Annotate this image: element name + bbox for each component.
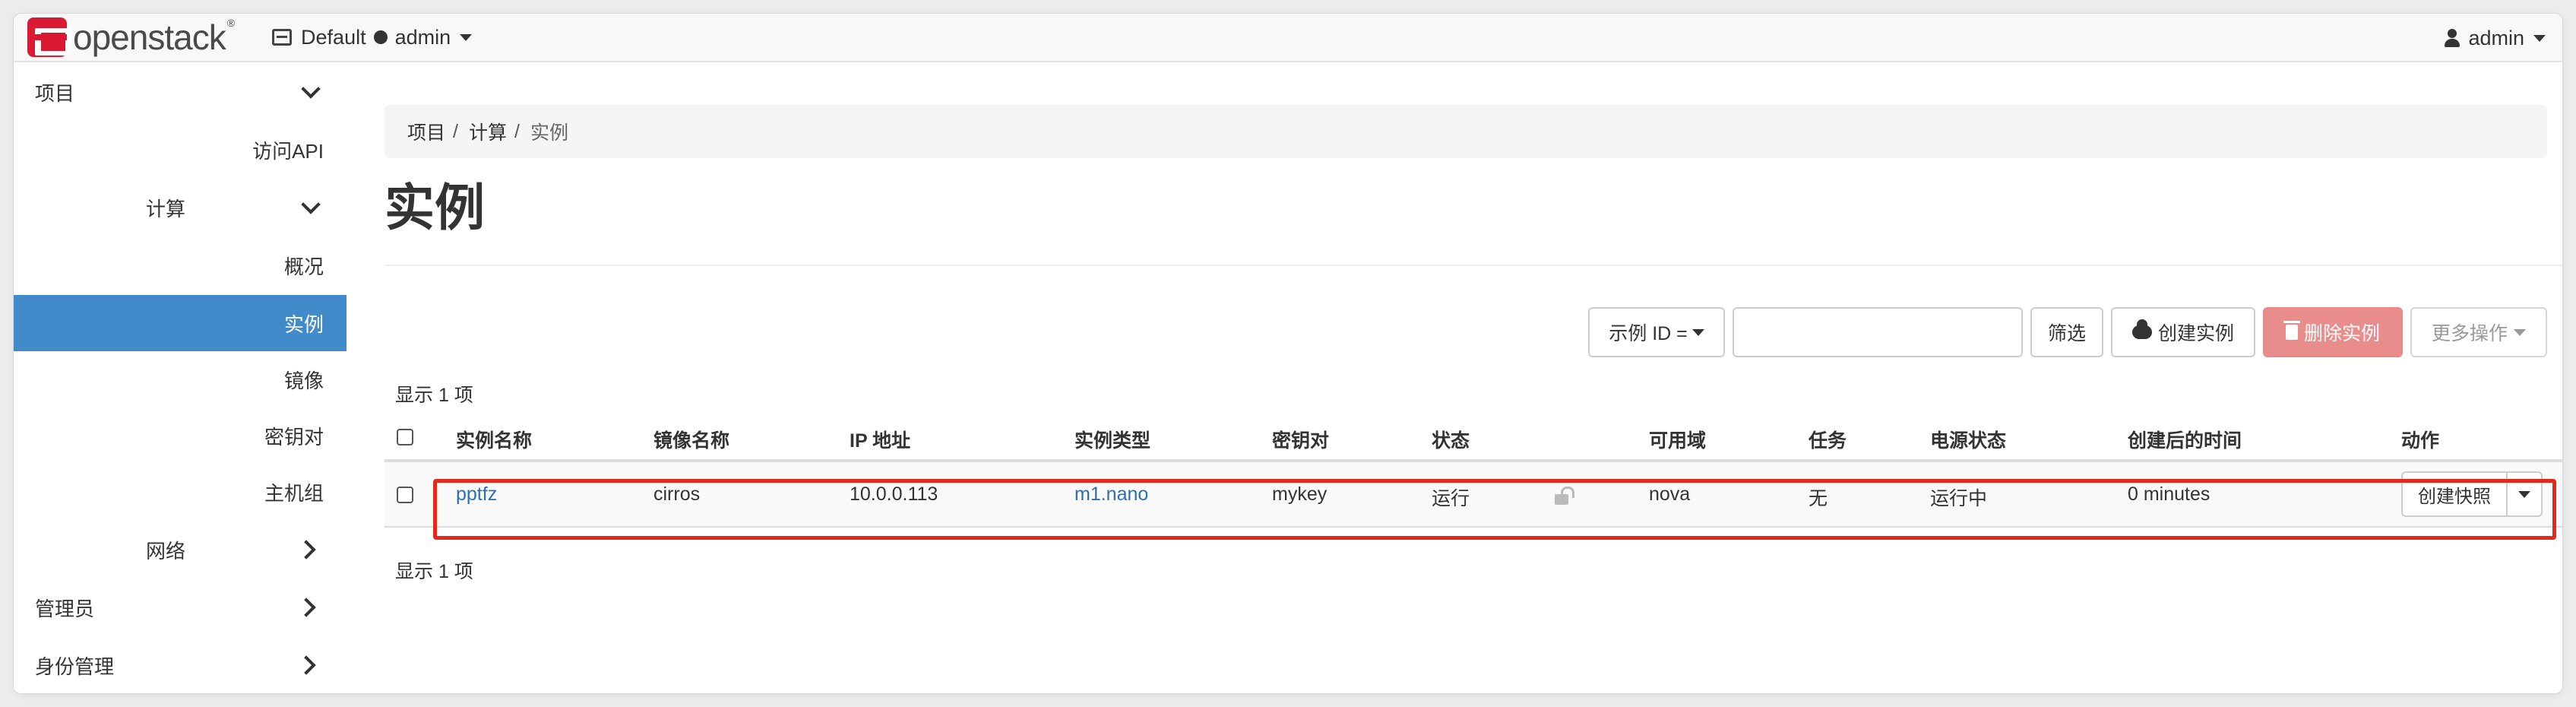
create-snapshot-button[interactable]: 创建快照 xyxy=(2401,471,2508,517)
unlock-icon xyxy=(1555,487,1574,505)
sidebar-item-compute[interactable]: 计算 xyxy=(14,179,347,236)
column-header[interactable]: 创建后的时间 xyxy=(2128,426,2242,453)
chevron-right-icon xyxy=(296,598,316,617)
column-header[interactable]: 电源状态 xyxy=(1930,426,2006,453)
sidebar-item-identity[interactable]: 身份管理 xyxy=(14,637,347,693)
instance-name-link[interactable]: pptfz xyxy=(456,483,497,506)
item-count-top: 显示 1 项 xyxy=(395,385,473,406)
domain-label: Default xyxy=(301,25,366,49)
availability-zone: nova xyxy=(1649,483,1691,505)
sidebar-item-project[interactable]: 项目 xyxy=(14,64,347,120)
row-actions-dropdown[interactable] xyxy=(2506,471,2543,517)
table-header: 实例名称 镜像名称 IP 地址 实例类型 密钥对 状态 可用域 任务 电源状态 … xyxy=(385,414,2562,462)
caret-down-icon xyxy=(460,33,473,41)
column-header[interactable]: 镜像名称 xyxy=(653,426,729,453)
sidebar-item-label: 身份管理 xyxy=(35,655,115,678)
breadcrumb: 项目 / 计算 / 实例 xyxy=(385,105,2547,158)
user-name: admin xyxy=(2468,26,2524,49)
caret-down-icon xyxy=(1691,328,1704,336)
row-checkbox[interactable] xyxy=(397,487,413,503)
cloud-upload-icon xyxy=(2131,319,2152,339)
sidebar-item-instances[interactable]: 实例 xyxy=(14,295,347,351)
flavor-link[interactable]: m1.nano xyxy=(1074,483,1148,506)
user-icon xyxy=(2444,29,2460,47)
filter-input[interactable] xyxy=(1733,307,2023,357)
column-header[interactable]: 可用域 xyxy=(1649,426,1706,453)
trash-icon xyxy=(2283,321,2300,340)
openstack-logo[interactable]: openstack ® xyxy=(27,14,235,62)
sidebar-item-admin[interactable]: 管理员 xyxy=(14,579,347,636)
openstack-logo-icon xyxy=(27,17,71,57)
more-actions-button[interactable]: 更多操作 xyxy=(2410,307,2547,357)
power-state: 运行中 xyxy=(1930,488,1988,509)
divider xyxy=(385,265,2562,266)
main-content: 项目 / 计算 / 实例 实例 示例 ID = 筛选 创建实例 删除实例 更多操作 … xyxy=(369,64,2562,693)
browser-window: openstack ® Default admin admin 项目 访问API … xyxy=(14,14,2562,693)
project-picker[interactable]: Default admin xyxy=(272,25,473,49)
filter-field-select[interactable]: 示例 ID = xyxy=(1588,307,1725,357)
instances-table: 实例名称 镜像名称 IP 地址 实例类型 密钥对 状态 可用域 任务 电源状态 … xyxy=(385,414,2562,528)
sidebar-item-network[interactable]: 网络 xyxy=(14,522,347,578)
column-header[interactable]: IP 地址 xyxy=(850,426,910,453)
column-header[interactable]: 实例名称 xyxy=(456,426,532,453)
task-text: 无 xyxy=(1809,488,1828,509)
sidebar-item-images[interactable]: 镜像 xyxy=(14,351,347,407)
user-menu[interactable]: admin xyxy=(2444,14,2546,62)
sidebar-item-api-access[interactable]: 访问API xyxy=(14,122,347,178)
sidebar-item-label: 计算 xyxy=(146,197,186,220)
keypair-name: mykey xyxy=(1272,483,1328,505)
table-row: pptfz cirros 10.0.0.113 m1.nano mykey 运行… xyxy=(385,462,2562,528)
sidebar-item-label: 镜像 xyxy=(283,369,324,392)
select-all-checkbox[interactable] xyxy=(397,429,413,445)
breadcrumb-item-compute[interactable]: 计算 xyxy=(469,118,507,145)
chevron-down-icon xyxy=(301,195,321,214)
sidebar-item-label: 主机组 xyxy=(264,481,324,505)
column-header[interactable]: 任务 xyxy=(1809,426,1847,453)
image-name: cirros xyxy=(653,483,701,505)
sidebar-item-overview[interactable]: 概况 xyxy=(14,237,347,293)
ip-address: 10.0.0.113 xyxy=(850,483,938,505)
column-header[interactable]: 状态 xyxy=(1432,426,1470,453)
delete-instance-button[interactable]: 删除实例 xyxy=(2263,307,2403,357)
column-header[interactable]: 实例类型 xyxy=(1074,426,1150,453)
breadcrumb-item-project[interactable]: 项目 xyxy=(407,118,445,145)
caret-down-icon xyxy=(2518,490,2530,498)
project-label: admin xyxy=(394,25,451,49)
item-count-bottom: 显示 1 项 xyxy=(395,561,473,582)
column-header: 动作 xyxy=(2401,430,2440,452)
sidebar-item-keypairs[interactable]: 密钥对 xyxy=(14,407,347,464)
sidebar-item-label: 密钥对 xyxy=(264,425,324,449)
page-title: 实例 xyxy=(385,179,485,236)
status-text: 运行 xyxy=(1432,488,1470,509)
sidebar-item-label: 实例 xyxy=(283,312,324,336)
briefcase-icon xyxy=(272,29,293,46)
column-header[interactable]: 密钥对 xyxy=(1272,426,1329,453)
top-navbar: openstack ® Default admin admin xyxy=(14,14,2562,62)
sidebar-item-label: 项目 xyxy=(35,81,75,105)
chevron-right-icon xyxy=(296,655,316,675)
sidebar-item-label: 管理员 xyxy=(35,597,95,620)
caret-down-icon xyxy=(2514,328,2526,336)
create-instance-button[interactable]: 创建实例 xyxy=(2111,307,2255,357)
caret-down-icon xyxy=(2533,34,2546,42)
logo-text: openstack ® xyxy=(73,17,235,57)
age-text: 0 minutes xyxy=(2128,483,2210,505)
separator-dot-icon xyxy=(373,30,388,44)
breadcrumb-item-instances: 实例 xyxy=(530,122,568,144)
chevron-right-icon xyxy=(296,540,316,560)
filter-button[interactable]: 筛选 xyxy=(2030,307,2103,357)
sidebar-item-label: 网络 xyxy=(146,539,186,563)
chevron-down-icon xyxy=(301,79,321,99)
sidebar-item-label: 概况 xyxy=(283,255,324,278)
sidebar-item-label: 访问API xyxy=(252,139,324,163)
sidebar-item-server-groups[interactable]: 主机组 xyxy=(14,464,347,520)
sidebar: 项目 访问API 计算 概况 实例 镜像 密钥对 主机组 网络 管理员 身份管理 xyxy=(14,64,347,693)
